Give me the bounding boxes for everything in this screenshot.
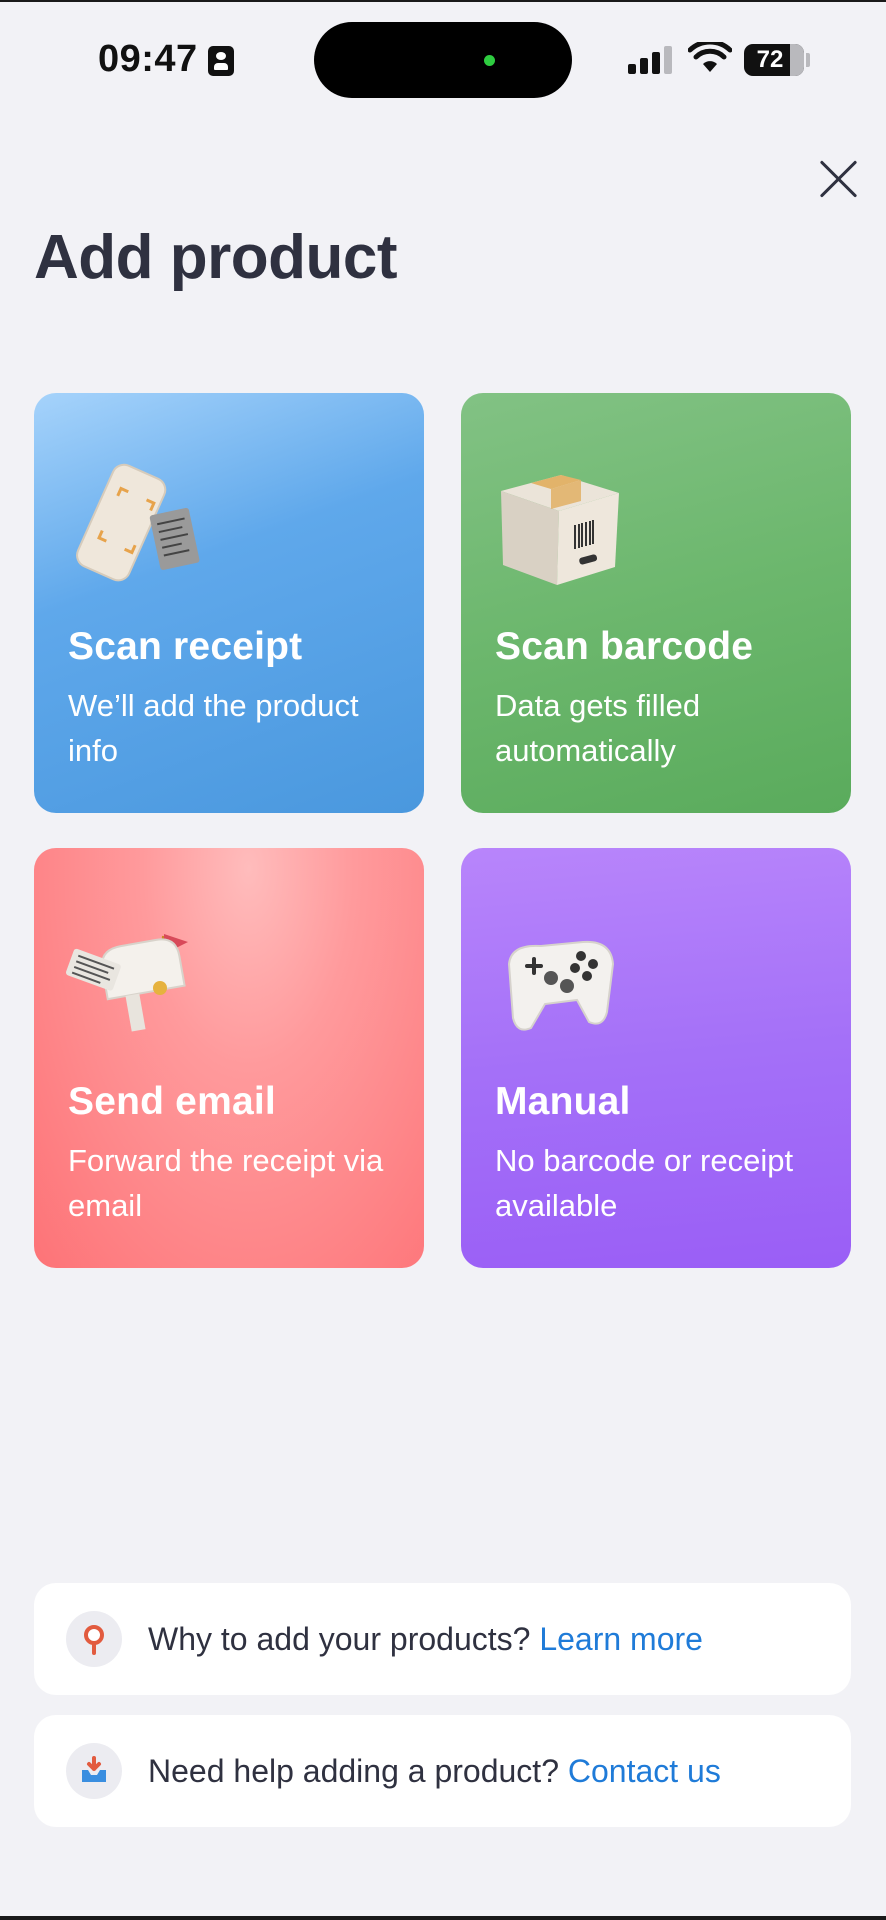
scan-barcode-card[interactable]: Scan barcode Data gets filled automatica… <box>461 393 851 813</box>
info-text: Need help adding a product? Contact us <box>148 1753 721 1790</box>
info-text: Why to add your products? Learn more <box>148 1621 703 1658</box>
contact-us-link[interactable]: Contact us <box>568 1753 721 1789</box>
gamepad-icon <box>507 940 615 1031</box>
battery-level: 72 <box>756 46 784 73</box>
battery-cap <box>806 53 810 67</box>
barcode-box-icon <box>501 475 619 585</box>
why-add-products-row: Why to add your products? Learn more <box>34 1583 851 1695</box>
card-title: Scan receipt <box>68 625 303 668</box>
need-help-row: Need help adding a product? Contact us <box>34 1715 851 1827</box>
dynamic-island <box>314 22 572 98</box>
send-email-card[interactable]: Send email Forward the receipt via email <box>34 848 424 1268</box>
card-description: Data gets filled automatically <box>495 688 701 768</box>
card-title: Scan barcode <box>495 625 754 668</box>
id-card-icon <box>208 46 234 76</box>
scan-receipt-card[interactable]: Scan receipt We’ll add the product info <box>34 393 424 813</box>
card-title: Send email <box>68 1080 276 1123</box>
card-description: We’ll add the product info <box>68 688 359 768</box>
status-bar: 09:47 72 <box>0 0 886 110</box>
manual-card[interactable]: Manual No barcode or receipt available <box>461 848 851 1268</box>
page-title: Add product <box>34 223 398 292</box>
mailbox-icon <box>65 934 188 1032</box>
battery-icon: 72 <box>744 44 804 76</box>
screen-bottom-edge <box>0 1916 886 1920</box>
inbox-icon <box>66 1743 122 1799</box>
card-description: Forward the receipt via email <box>68 1143 384 1223</box>
phone-receipt-icon <box>76 463 200 582</box>
wifi-icon <box>688 42 732 72</box>
status-time: 09:47 <box>98 38 198 80</box>
close-icon[interactable] <box>818 158 860 200</box>
card-description: No barcode or receipt available <box>495 1143 794 1223</box>
camera-indicator-dot <box>484 55 495 66</box>
learn-more-link[interactable]: Learn more <box>539 1621 703 1657</box>
magnifier-icon <box>66 1611 122 1667</box>
info-question: Why to add your products? <box>148 1621 531 1657</box>
signal-icon <box>628 46 674 74</box>
card-title: Manual <box>495 1080 631 1123</box>
info-question: Need help adding a product? <box>148 1753 559 1789</box>
